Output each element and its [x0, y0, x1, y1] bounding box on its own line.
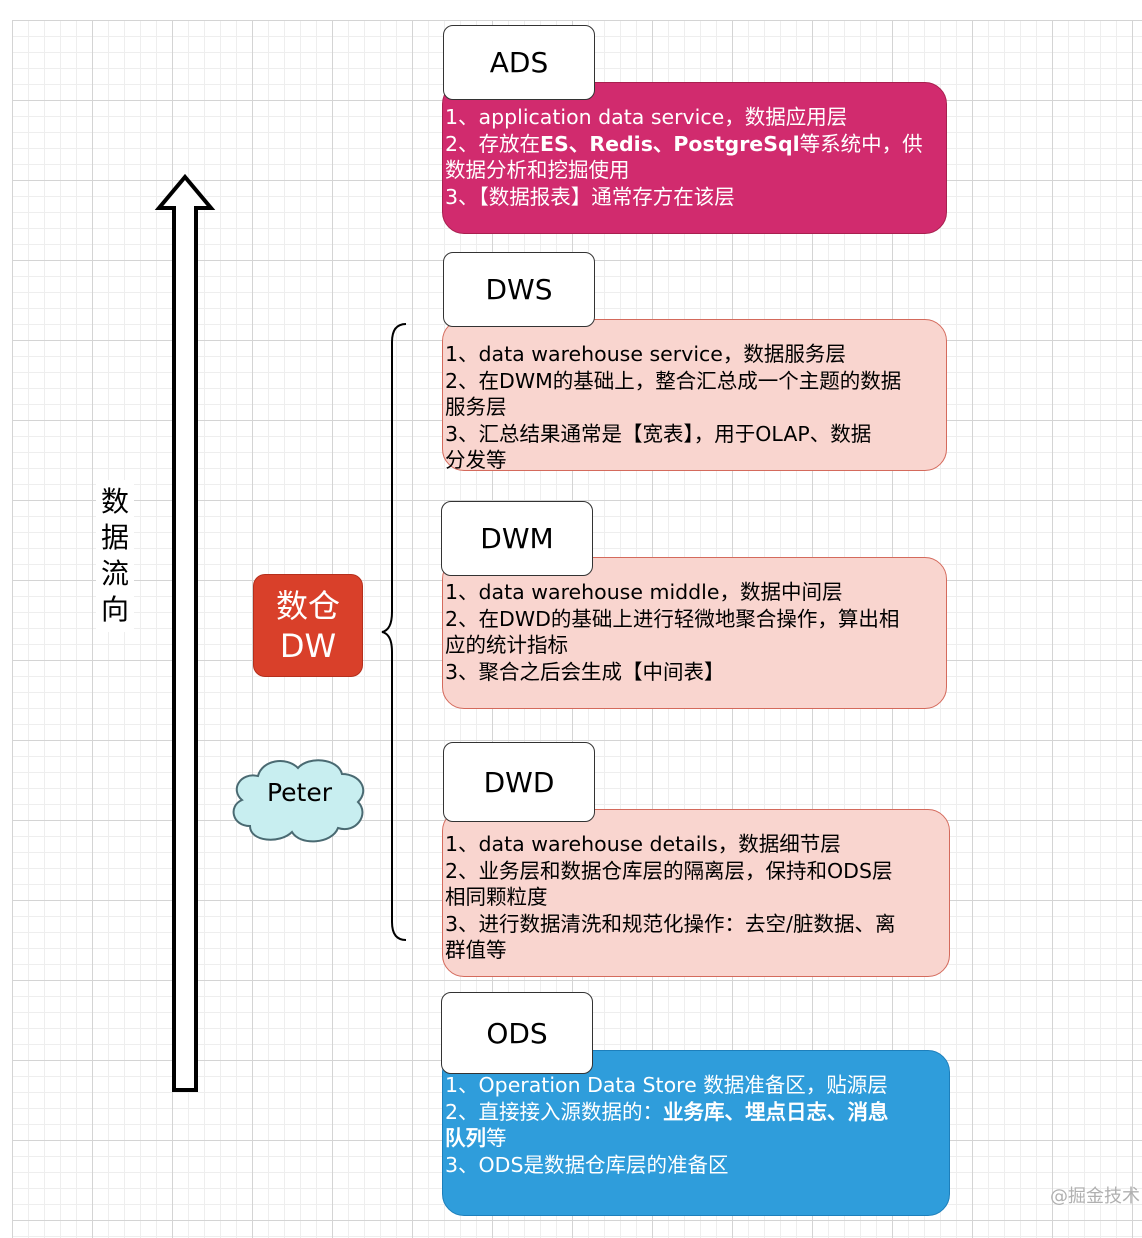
cloud-label: Peter — [266, 778, 333, 807]
flow-label-char: 流 — [100, 557, 129, 590]
dwd-layer-panel: 1、data warehouse details，数据细节层 2、业务层和数据仓库… — [442, 809, 950, 977]
ads-layer-panel: 1、application data service，数据应用层 2、存放在ES、… — [442, 82, 947, 234]
dwm-text-segment: 3、聚合之后会生成【中间表】 — [445, 659, 725, 684]
ads-description-line: 3、【数据报表】通常存方在该层 — [445, 184, 942, 211]
ods-text-segment: 1、Operation Data Store 数据准备区，贴源层 — [445, 1073, 888, 1097]
ods-text-segment: 等 — [486, 1126, 507, 1150]
curly-brace-icon — [381, 323, 407, 941]
dwd-text-segment: 相同颗粒度 — [445, 885, 548, 909]
ods-layer-tab: ODS — [441, 992, 593, 1074]
dws-description-line: 分发等 — [445, 447, 942, 474]
dwm-description-line: 3、聚合之后会生成【中间表】 — [445, 659, 942, 686]
ods-description-line: 1、Operation Data Store 数据准备区，贴源层 — [445, 1072, 945, 1099]
ods-layer-panel: 1、Operation Data Store 数据准备区，贴源层 2、直接接入源数… — [442, 1050, 950, 1216]
ods-description-line: 队列等 — [445, 1125, 945, 1152]
ads-description-line: 数据分析和挖掘使用 — [445, 157, 942, 184]
flow-label-char: 据 — [100, 521, 129, 554]
watermark-text: @掘金技术 — [1050, 1186, 1140, 1207]
dwm-description-line: 2、在DWD的基础上进行轻微地聚合操作，算出相 — [445, 606, 942, 633]
dwd-description-line: 2、业务层和数据仓库层的隔离层，保持和ODS层 — [445, 858, 945, 885]
ods-text-segment: 队列 — [445, 1126, 486, 1150]
dws-text-segment: 1、data warehouse service，数据服务层 — [445, 342, 846, 366]
ods-layer-title: ODS — [486, 1016, 548, 1050]
dwd-layer-title: DWD — [483, 765, 555, 799]
dwd-layer-tab: DWD — [443, 742, 595, 822]
dwd-description-line: 1、data warehouse details，数据细节层 — [445, 831, 945, 858]
ods-description-line: 3、ODS是数据仓库层的准备区 — [445, 1152, 945, 1179]
dws-text-segment: 分发等 — [445, 448, 507, 472]
ods-description-line: 2、直接接入源数据的：业务库、埋点日志、消息 — [445, 1099, 945, 1126]
ads-text-segment: 2、存放在 — [445, 131, 541, 156]
ods-text-segment: 3、ODS是数据仓库层的准备区 — [445, 1152, 729, 1177]
ads-text-segment: 3、【数据报表】通常存方在该层 — [445, 184, 735, 209]
dw-badge-line1: 数仓 — [275, 586, 340, 625]
flow-label-char: 数 — [100, 485, 129, 518]
dwd-description-line: 相同颗粒度 — [445, 884, 945, 911]
dwm-description-line: 1、data warehouse middle，数据中间层 — [445, 579, 942, 606]
dwd-text-segment: 3、进行数据清洗和规范化操作：去空/脏数据、离 — [445, 911, 896, 936]
ads-text-segment: ES、Redis、PostgreSql — [540, 131, 800, 156]
dws-text-segment: 服务层 — [445, 395, 507, 419]
dwm-layer-title: DWM — [480, 522, 554, 555]
ads-text-segment: 数据分析和挖掘使用 — [445, 158, 630, 182]
dwd-description-line: 群值等 — [445, 937, 945, 964]
dws-text-segment: 2、在DWM的基础上，整合汇总成一个主题的数据 — [445, 368, 902, 393]
flow-label-char: 向 — [100, 593, 129, 626]
dws-layer-panel: 1、data warehouse service，数据服务层 2、在DWM的基础上… — [442, 319, 947, 474]
dws-description-line: 3、汇总结果通常是【宽表】，用于OLAP、数据 — [445, 421, 942, 448]
dwm-description-line: 应的统计指标 — [445, 632, 942, 659]
dws-description-line: 1、data warehouse service，数据服务层 — [445, 341, 942, 368]
ads-description-line: 2、存放在ES、Redis、PostgreSql等系统中，供 — [445, 131, 942, 158]
dws-description-line: 服务层 — [445, 394, 942, 421]
ods-text-segment: 2、直接接入源数据的： — [445, 1099, 664, 1124]
dwm-text-segment: 应的统计指标 — [445, 633, 568, 657]
dwd-description-line: 3、进行数据清洗和规范化操作：去空/脏数据、离 — [445, 911, 945, 938]
ads-description-line: 1、application data service，数据应用层 — [445, 104, 942, 131]
ads-text-segment: 1、application data service，数据应用层 — [445, 105, 848, 129]
dwm-layer-panel: 1、data warehouse middle，数据中间层 2、在DWD的基础上进… — [442, 557, 947, 709]
dwd-text-segment: 2、业务层和数据仓库层的隔离层，保持和ODS层 — [445, 858, 893, 883]
dwm-layer-tab: DWM — [441, 501, 593, 576]
ads-text-segment: 等系统中，供 — [799, 131, 923, 156]
dws-text-segment: 3、汇总结果通常是【宽表】，用于OLAP、数据 — [445, 421, 872, 446]
dw-badge-line2: DW — [279, 626, 337, 665]
ads-layer-title: ADS — [489, 46, 549, 79]
dwd-text-segment: 群值等 — [445, 938, 507, 962]
dwm-text-segment: 1、data warehouse middle，数据中间层 — [445, 580, 843, 604]
dwm-text-segment: 2、在DWD的基础上进行轻微地聚合操作，算出相 — [445, 606, 900, 631]
dw-badge: 数仓 DW — [253, 574, 363, 677]
dws-layer-tab: DWS — [443, 252, 595, 327]
dws-description-line: 2、在DWM的基础上，整合汇总成一个主题的数据 — [445, 368, 942, 395]
dws-layer-title: DWS — [485, 273, 553, 306]
dwd-text-segment: 1、data warehouse details，数据细节层 — [445, 832, 841, 856]
flow-arrow-icon — [154, 173, 216, 1092]
ads-layer-tab: ADS — [443, 25, 595, 100]
flow-direction-label: 数 据 流 向 — [96, 480, 134, 632]
ods-text-segment: 业务库、埋点日志、消息 — [663, 1099, 889, 1124]
